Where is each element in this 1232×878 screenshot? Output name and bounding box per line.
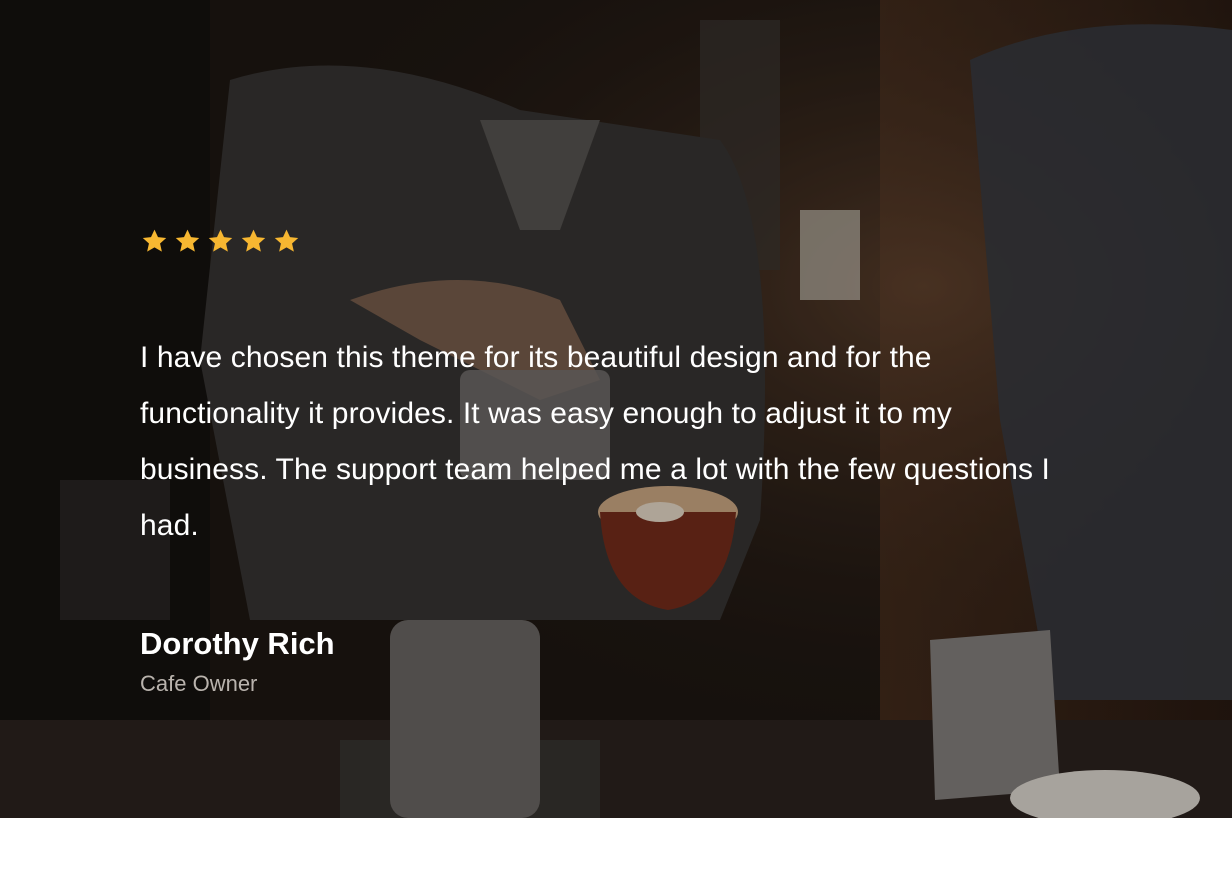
star-icon [274, 229, 299, 252]
star-icon [142, 229, 167, 252]
author-role: Cafe Owner [140, 671, 258, 696]
author-name: Dorothy Rich [140, 626, 335, 661]
star-icon [208, 229, 233, 252]
star-icon [241, 229, 266, 252]
star-rating [140, 226, 1100, 256]
testimonial-section: I have chosen this theme for its beautif… [0, 0, 1232, 818]
testimonial-content: I have chosen this theme for its beautif… [140, 226, 1100, 698]
testimonial-quote: I have chosen this theme for its beautif… [140, 341, 1050, 542]
page-bottom-area [0, 818, 1232, 878]
star-icon [175, 229, 200, 252]
